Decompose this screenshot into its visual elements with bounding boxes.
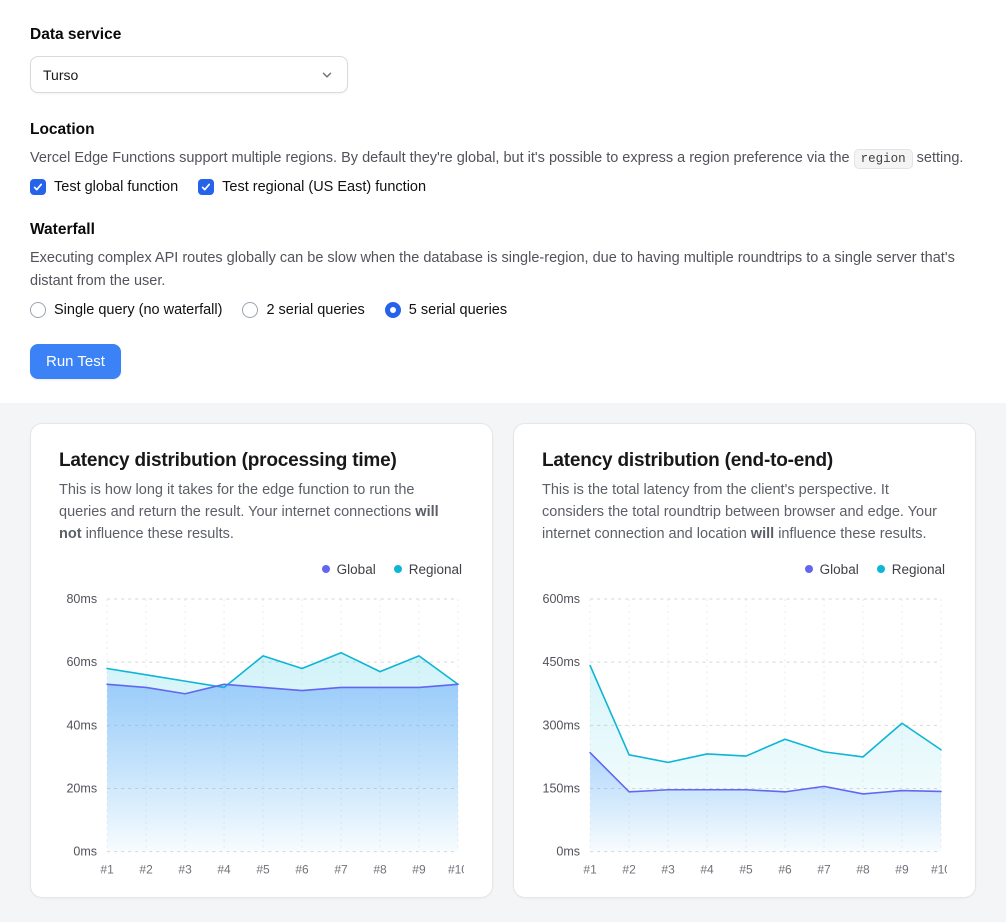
legend-item-global: Global bbox=[805, 562, 859, 577]
location-description-tail: setting. bbox=[913, 150, 964, 166]
checkbox-checked-icon bbox=[30, 179, 46, 195]
svg-text:#2: #2 bbox=[622, 862, 636, 876]
card-description-tail: influence these results. bbox=[774, 526, 926, 542]
data-service-select[interactable]: Turso bbox=[30, 56, 348, 93]
card-title: Latency distribution (end-to-end) bbox=[542, 450, 947, 472]
radio-label: Single query (no waterfall) bbox=[54, 302, 222, 318]
svg-text:#8: #8 bbox=[856, 862, 870, 876]
card-description-tail: influence these results. bbox=[82, 526, 234, 542]
processing-time-card: Latency distribution (processing time) T… bbox=[30, 423, 493, 898]
legend-label: Global bbox=[820, 562, 859, 577]
checkbox-test-regional-function[interactable]: Test regional (US East) function bbox=[198, 179, 426, 195]
end-to-end-card: Latency distribution (end-to-end) This i… bbox=[513, 423, 976, 898]
global-series-dot-icon bbox=[805, 565, 813, 573]
radio-5-serial-queries[interactable]: 5 serial queries bbox=[385, 302, 507, 318]
card-description: This is the total latency from the clien… bbox=[542, 480, 947, 545]
svg-text:#7: #7 bbox=[334, 862, 348, 876]
svg-text:40ms: 40ms bbox=[66, 718, 97, 732]
legend-label: Global bbox=[337, 562, 376, 577]
region-code-token: region bbox=[854, 149, 913, 169]
waterfall-heading: Waterfall bbox=[30, 221, 976, 239]
data-service-selected-value: Turso bbox=[43, 67, 78, 83]
latency-test-page: Data service Turso Location Vercel Edge … bbox=[0, 0, 1006, 922]
checkbox-test-global-function[interactable]: Test global function bbox=[30, 179, 178, 195]
location-description: Vercel Edge Functions support multiple r… bbox=[30, 147, 976, 169]
waterfall-radio-row: Single query (no waterfall) 2 serial que… bbox=[30, 302, 976, 318]
chart-legend: Global Regional bbox=[544, 562, 945, 577]
checkbox-checked-icon bbox=[198, 179, 214, 195]
radio-label: 5 serial queries bbox=[409, 302, 507, 318]
svg-text:80ms: 80ms bbox=[66, 592, 97, 606]
data-service-heading: Data service bbox=[30, 26, 976, 44]
latency-chart-end-to-end: 0ms 150ms 300ms 450ms 600ms #1 #2 #3 #4 #5 #6 #7 #8 #… bbox=[542, 589, 947, 882]
svg-text:450ms: 450ms bbox=[543, 655, 581, 669]
svg-text:150ms: 150ms bbox=[543, 781, 581, 795]
checkbox-label: Test regional (US East) function bbox=[222, 179, 426, 195]
chart-legend: Global Regional bbox=[61, 562, 462, 577]
global-series-dot-icon bbox=[322, 565, 330, 573]
radio-single-query[interactable]: Single query (no waterfall) bbox=[30, 302, 222, 318]
latency-chart-processing-time: 0ms 20ms 40ms 60ms 80ms #1 #2 #3 #4 #5 #6 #7 #8 #9 #10 bbox=[59, 589, 464, 882]
svg-text:20ms: 20ms bbox=[66, 781, 97, 795]
svg-text:#4: #4 bbox=[700, 862, 714, 876]
radio-icon bbox=[30, 302, 46, 318]
location-checkbox-row: Test global function Test regional (US E… bbox=[30, 179, 976, 195]
card-description-bold: will bbox=[751, 526, 774, 542]
regional-series-dot-icon bbox=[877, 565, 885, 573]
location-heading: Location bbox=[30, 121, 976, 139]
radio-icon bbox=[242, 302, 258, 318]
svg-text:600ms: 600ms bbox=[543, 592, 581, 606]
svg-text:0ms: 0ms bbox=[73, 844, 97, 858]
svg-text:#6: #6 bbox=[295, 862, 309, 876]
svg-text:#1: #1 bbox=[100, 862, 114, 876]
svg-text:#10: #10 bbox=[931, 862, 947, 876]
svg-text:#5: #5 bbox=[739, 862, 753, 876]
svg-text:#5: #5 bbox=[256, 862, 270, 876]
svg-text:#7: #7 bbox=[817, 862, 831, 876]
radio-label: 2 serial queries bbox=[266, 302, 364, 318]
chevron-down-icon bbox=[319, 67, 335, 83]
radio-2-serial-queries[interactable]: 2 serial queries bbox=[242, 302, 364, 318]
svg-text:#3: #3 bbox=[178, 862, 192, 876]
svg-text:#8: #8 bbox=[373, 862, 387, 876]
svg-text:#4: #4 bbox=[217, 862, 231, 876]
svg-text:300ms: 300ms bbox=[543, 718, 581, 732]
card-description: This is how long it takes for the edge f… bbox=[59, 480, 464, 545]
checkbox-label: Test global function bbox=[54, 179, 178, 195]
location-description-text: Vercel Edge Functions support multiple r… bbox=[30, 150, 854, 166]
test-config-form: Data service Turso Location Vercel Edge … bbox=[0, 0, 1006, 403]
waterfall-description: Executing complex API routes globally ca… bbox=[30, 247, 976, 292]
svg-text:#9: #9 bbox=[895, 862, 909, 876]
run-test-button[interactable]: Run Test bbox=[30, 344, 121, 379]
legend-item-regional: Regional bbox=[394, 562, 462, 577]
svg-text:#9: #9 bbox=[412, 862, 426, 876]
radio-icon bbox=[385, 302, 401, 318]
svg-text:#10: #10 bbox=[448, 862, 464, 876]
svg-text:#2: #2 bbox=[139, 862, 153, 876]
svg-text:0ms: 0ms bbox=[556, 844, 580, 858]
legend-label: Regional bbox=[892, 562, 945, 577]
legend-item-global: Global bbox=[322, 562, 376, 577]
svg-text:#3: #3 bbox=[661, 862, 675, 876]
legend-label: Regional bbox=[409, 562, 462, 577]
regional-series-dot-icon bbox=[394, 565, 402, 573]
svg-text:#6: #6 bbox=[778, 862, 792, 876]
legend-item-regional: Regional bbox=[877, 562, 945, 577]
results-section: Latency distribution (processing time) T… bbox=[0, 403, 1006, 922]
svg-text:60ms: 60ms bbox=[66, 655, 97, 669]
card-description-text: This is how long it takes for the edge f… bbox=[59, 482, 415, 520]
svg-text:#1: #1 bbox=[583, 862, 597, 876]
card-title: Latency distribution (processing time) bbox=[59, 450, 464, 472]
